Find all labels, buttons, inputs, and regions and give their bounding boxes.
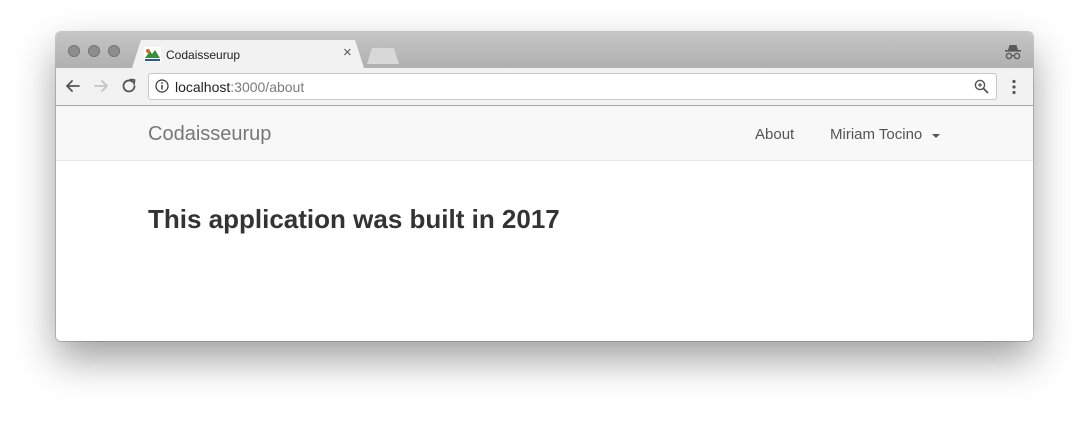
nav-link-about[interactable]: About — [755, 126, 794, 143]
browser-toolbar: localhost:3000/about — [56, 68, 1033, 106]
address-bar[interactable]: localhost:3000/about — [148, 73, 997, 100]
page-heading: This application was built in 2017 — [148, 204, 560, 234]
user-menu-toggle[interactable]: Miriam Tocino — [830, 126, 922, 143]
zoom-window-button[interactable] — [108, 45, 120, 57]
minimize-window-button[interactable] — [88, 45, 100, 57]
site-navbar: Codaisseurup About Miriam Tocino — [56, 106, 1033, 161]
url-host: localhost — [175, 79, 231, 95]
menu-dots-icon[interactable] — [1008, 78, 1020, 96]
back-arrow-icon[interactable] — [64, 77, 82, 95]
browser-tab[interactable]: Codaisseurup × — [132, 40, 364, 68]
tab-strip: Codaisseurup × — [56, 32, 1033, 68]
caret-down-icon[interactable] — [932, 134, 940, 138]
url-path: :3000/about — [230, 79, 305, 95]
page-viewport: Codaisseurup About Miriam Tocino This ap… — [56, 106, 1033, 341]
info-icon[interactable] — [155, 79, 169, 93]
new-tab-shape — [367, 48, 399, 64]
address-url: localhost:3000/about — [175, 79, 304, 95]
zoom-icon[interactable] — [974, 79, 989, 94]
reload-icon[interactable] — [120, 77, 138, 95]
forward-arrow-icon[interactable] — [92, 77, 110, 95]
app-favicon-icon — [144, 47, 161, 62]
new-tab-button[interactable] — [367, 48, 399, 64]
navbar-brand[interactable]: Codaisseurup — [148, 123, 271, 146]
close-window-button[interactable] — [68, 45, 80, 57]
tab-close-button[interactable]: × — [343, 45, 352, 61]
tab-title: Codaisseurup — [166, 48, 241, 62]
incognito-icon — [1005, 45, 1021, 60]
browser-window: Codaisseurup × localhost:3000/about Coda… — [56, 32, 1033, 341]
